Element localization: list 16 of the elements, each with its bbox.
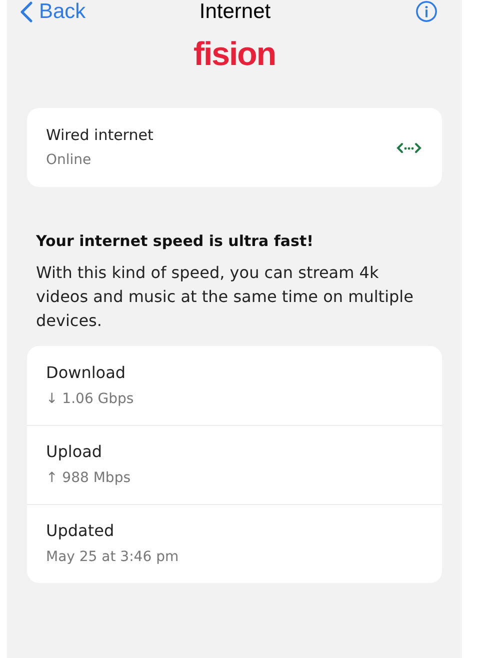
detail-value: ↓ 1.06 Gbps <box>46 390 135 408</box>
chevron-left-icon <box>19 0 33 23</box>
detail-value: ↑ 988 Mbps <box>46 469 132 488</box>
brand-logo: fision <box>194 34 276 74</box>
connection-status: Online <box>46 151 92 170</box>
info-icon[interactable] <box>415 0 438 23</box>
detail-value: May 25 at 3:46 pm <box>46 548 180 567</box>
detail-label: Updated <box>46 520 116 542</box>
ethernet-icon <box>396 142 422 154</box>
detail-label: Upload <box>46 441 104 463</box>
connection-label: Wired internet <box>46 124 154 146</box>
back-button[interactable]: Back <box>19 0 86 28</box>
speed-heading: Your internet speed is ultra fast! <box>36 231 314 252</box>
speed-description: With this kind of speed, you can stream 4k videos and music at the same time on multiple devices. <box>36 262 414 332</box>
page-title: Internet <box>198 0 272 25</box>
detail-label: Download <box>46 362 127 384</box>
